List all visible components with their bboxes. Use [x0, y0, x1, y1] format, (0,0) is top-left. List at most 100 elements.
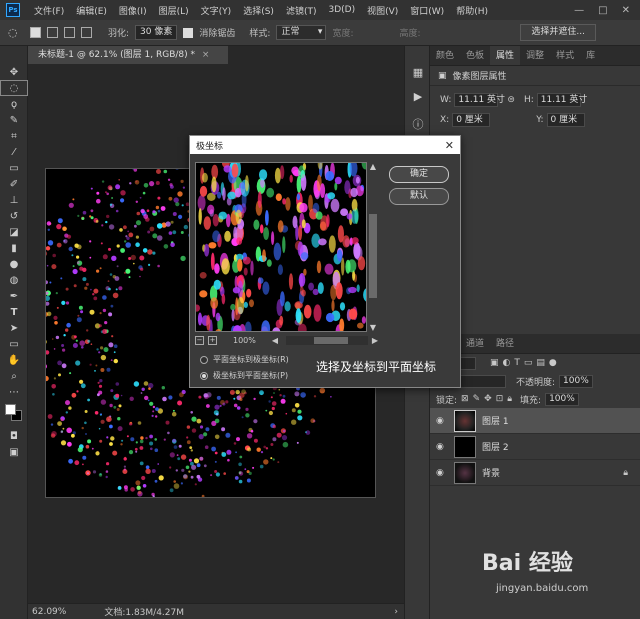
height-input[interactable]: 11.11 英寸: [536, 93, 587, 107]
eyedropper-tool-icon[interactable]: ⁄: [0, 144, 28, 160]
elliptical-marquee-icon[interactable]: ◌: [8, 26, 24, 39]
screen-mode-icon[interactable]: ▣: [0, 444, 28, 460]
option-rect-to-polar[interactable]: 平面坐标到极坐标(R): [200, 354, 289, 365]
lasso-tool-icon[interactable]: ϙ: [0, 96, 28, 112]
gradient-tool-icon[interactable]: ▮: [0, 240, 28, 256]
actions-panel-icon[interactable]: ▶: [405, 84, 431, 108]
move-tool-icon[interactable]: ✥: [0, 64, 28, 80]
scroll-right-icon[interactable]: ▶: [372, 336, 378, 345]
option-polar-to-rect[interactable]: 极坐标到平面坐标(P): [200, 370, 288, 381]
history-brush-tool-icon[interactable]: ↺: [0, 208, 28, 224]
close-window-icon[interactable]: ✕: [622, 5, 630, 16]
foreground-color-swatch[interactable]: [5, 404, 16, 415]
zoom-out-icon[interactable]: −: [195, 335, 204, 345]
layer-row[interactable]: ◉ 背景 🔒︎: [430, 460, 640, 486]
visibility-eye-icon[interactable]: ◉: [436, 416, 448, 426]
menu-3d[interactable]: 3D(D): [322, 5, 361, 15]
filter-toggle-icon[interactable]: ●: [549, 358, 557, 368]
scroll-left-icon[interactable]: ◀: [272, 336, 278, 345]
zoom-tool-icon[interactable]: ⌕: [0, 368, 28, 384]
tab-paths[interactable]: 路径: [490, 334, 520, 353]
visibility-eye-icon[interactable]: ◉: [436, 442, 448, 452]
menu-help[interactable]: 帮助(H): [450, 4, 494, 17]
eraser-tool-icon[interactable]: ◪: [0, 224, 28, 240]
filter-pixel-icon[interactable]: ▣: [490, 358, 499, 368]
radio-polar-to-rect[interactable]: [200, 371, 208, 380]
filter-preview[interactable]: [195, 162, 367, 332]
menu-window[interactable]: 窗口(W): [404, 4, 450, 17]
lock-transparency-icon[interactable]: ⊠: [461, 394, 469, 404]
menu-filter[interactable]: 滤镜(T): [280, 4, 323, 17]
filter-type-icon[interactable]: T: [514, 358, 520, 368]
layer-row[interactable]: ◉ 图层 1: [430, 408, 640, 434]
pen-tool-icon[interactable]: ✒: [0, 288, 28, 304]
tab-adjustments[interactable]: 调整: [520, 46, 550, 65]
scroll-up-icon[interactable]: ▲: [368, 162, 378, 171]
marquee-tool-icon[interactable]: ◌: [0, 80, 28, 96]
filter-smart-icon[interactable]: ▤: [536, 358, 545, 368]
dialog-close-icon[interactable]: ✕: [445, 139, 454, 152]
link-icon[interactable]: ⊜: [507, 95, 515, 105]
lock-all-icon[interactable]: 🔒︎: [507, 394, 512, 404]
tab-swatches[interactable]: 色板: [460, 46, 490, 65]
menu-edit[interactable]: 编辑(E): [70, 4, 113, 17]
quick-select-tool-icon[interactable]: ✎: [0, 112, 28, 128]
filter-adjust-icon[interactable]: ◐: [503, 358, 511, 368]
hscroll-thumb[interactable]: [314, 336, 349, 344]
width-input[interactable]: 11.11 英寸: [454, 93, 505, 107]
status-arrow-icon[interactable]: ›: [394, 607, 404, 617]
dodge-tool-icon[interactable]: ◍: [0, 272, 28, 288]
blur-tool-icon[interactable]: ●: [0, 256, 28, 272]
scroll-thumb[interactable]: [369, 214, 377, 298]
tab-styles[interactable]: 样式: [550, 46, 580, 65]
tab-properties[interactable]: 属性: [490, 46, 521, 65]
hand-tool-icon[interactable]: ✋: [0, 352, 28, 368]
crop-tool-icon[interactable]: ⌗: [0, 128, 28, 144]
document-tab[interactable]: 未标题-1 @ 62.1% (图层 1, RGB/8) * ×: [28, 46, 228, 64]
brush-tool-icon[interactable]: ✐: [0, 176, 28, 192]
subtract-selection-icon[interactable]: [64, 27, 75, 38]
fill-input[interactable]: 100%: [545, 392, 579, 406]
menu-image[interactable]: 图像(I): [113, 4, 153, 17]
x-input[interactable]: 0 厘米: [452, 113, 491, 127]
zoom-in-icon[interactable]: +: [208, 335, 217, 345]
antialias-checkbox[interactable]: [183, 27, 194, 38]
y-input[interactable]: 0 厘米: [546, 113, 585, 127]
ok-button[interactable]: 确定: [389, 166, 449, 183]
menu-view[interactable]: 视图(V): [361, 4, 404, 17]
close-tab-icon[interactable]: ×: [202, 50, 210, 60]
info-panel-icon[interactable]: ⓘ: [405, 112, 431, 136]
menu-select[interactable]: 选择(S): [237, 4, 280, 17]
style-select[interactable]: 正常: [276, 25, 327, 40]
menu-file[interactable]: 文件(F): [28, 4, 70, 17]
maximize-icon[interactable]: □: [598, 5, 607, 16]
add-selection-icon[interactable]: [47, 27, 58, 38]
visibility-eye-icon[interactable]: ◉: [436, 468, 448, 478]
tab-color[interactable]: 颜色: [430, 46, 460, 65]
preview-horizontal-scrollbar[interactable]: [286, 335, 368, 345]
quick-mask-icon[interactable]: ◘: [0, 428, 28, 444]
zoom-level[interactable]: 62.09%: [32, 607, 66, 617]
menu-layer[interactable]: 图层(L): [153, 4, 195, 17]
lock-paint-icon[interactable]: ✎: [473, 394, 481, 404]
scroll-down-icon[interactable]: ▼: [368, 323, 378, 332]
minimize-icon[interactable]: —: [574, 5, 584, 16]
tab-libraries[interactable]: 库: [580, 46, 601, 65]
history-panel-icon[interactable]: ▦: [405, 60, 431, 84]
new-selection-icon[interactable]: [30, 27, 41, 38]
healing-brush-tool-icon[interactable]: ▭: [0, 160, 28, 176]
select-and-mask-button[interactable]: 选择并遮住...: [520, 24, 596, 41]
intersect-selection-icon[interactable]: [81, 27, 92, 38]
default-button[interactable]: 默认: [389, 188, 449, 205]
clone-stamp-tool-icon[interactable]: ⊥: [0, 192, 28, 208]
menu-type[interactable]: 文字(Y): [195, 4, 238, 17]
preview-vertical-scrollbar[interactable]: ▲ ▼: [368, 162, 378, 332]
type-tool-icon[interactable]: T: [0, 304, 28, 320]
layer-row[interactable]: ◉ 图层 2: [430, 434, 640, 460]
color-swatches[interactable]: [0, 400, 28, 428]
filter-shape-icon[interactable]: ▭: [524, 358, 533, 368]
feather-input[interactable]: 30 像素: [135, 25, 178, 40]
opacity-input[interactable]: 100%: [559, 374, 593, 388]
lock-artboard-icon[interactable]: ⊡: [496, 394, 504, 404]
path-selection-tool-icon[interactable]: ➤: [0, 320, 28, 336]
